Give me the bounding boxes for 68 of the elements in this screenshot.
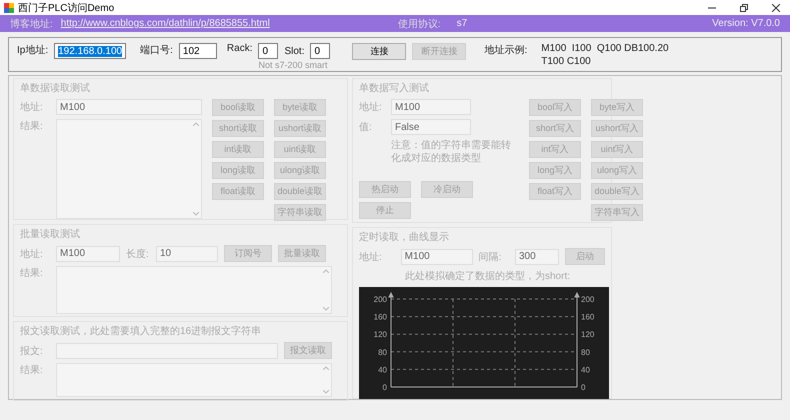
protocol-label: 使用协议: (398, 18, 441, 30)
group-title: 单数据写入测试 (359, 82, 430, 95)
axis-tick-label: 160 (581, 312, 594, 322)
field-label: 间隔: (478, 250, 502, 264)
field-label: 地址: (20, 248, 44, 260)
axis-tick-label: 40 (378, 365, 387, 374)
input-field[interactable]: 300 (515, 248, 559, 264)
field-label: 地址: (20, 100, 44, 114)
ip-field[interactable]: 192.168.0.100 (54, 43, 126, 59)
address-example: T100 C100 (541, 56, 592, 67)
scroll-up-icon[interactable] (323, 366, 329, 370)
field-label: 地址示例: (484, 44, 528, 57)
scroll-down-icon[interactable] (193, 212, 199, 216)
hint-text: Not s7-200 smart (258, 60, 328, 70)
result-area[interactable] (56, 119, 202, 219)
axis-tick-label: 200 (374, 295, 387, 304)
port-field[interactable]: 102 (178, 43, 217, 59)
note-text: 注意：值的字符串需要能转化成对应的数据类型 (391, 139, 511, 165)
scroll-up-icon[interactable] (193, 122, 199, 126)
input-field[interactable]: M100 (56, 99, 202, 115)
rack-field[interactable]: 0 (258, 43, 278, 59)
input-field[interactable]: M100 (56, 246, 120, 262)
field-label: 值: (359, 121, 373, 134)
scroll-down-icon[interactable] (323, 390, 329, 394)
field-label: 端口号: (140, 44, 173, 57)
axis-tick-label: 160 (374, 312, 387, 322)
axis-tick-label: 80 (581, 348, 590, 357)
scroll-down-icon[interactable] (323, 307, 329, 311)
window-title: 西门子PLC访问Demo (18, 2, 116, 14)
close-icon[interactable] (772, 4, 780, 12)
protocol-value: s7 (456, 18, 468, 29)
axis-tick-label: 0 (581, 383, 586, 392)
field-label: 长度: (126, 248, 150, 260)
group-title: 报文读取测试，此处需要填入完整的16进制报文字符串 (20, 324, 262, 338)
restore-icon[interactable] (740, 4, 748, 12)
version-text: Version: V7.0.0 (712, 18, 780, 29)
address-example: M100 I100 Q100 DB100.20 (541, 43, 669, 54)
field-label: 报文: (20, 344, 44, 358)
axis-tick-label: 120 (581, 330, 594, 340)
input-field[interactable]: 10 (156, 246, 218, 262)
field-label: Slot: (284, 46, 304, 56)
field-label: Rack: (226, 43, 252, 54)
axis-tick-label: 40 (581, 365, 590, 374)
field-label: 结果: (20, 266, 44, 280)
axis-tick-label: 200 (581, 295, 594, 304)
blog-label: 博客地址: (10, 18, 53, 30)
field-label: 地址: (359, 100, 383, 114)
slot-field[interactable]: 0 (310, 43, 330, 59)
note-text: 此处模拟确定了数据的类型，为short: (405, 270, 570, 283)
input-field[interactable]: False (391, 119, 471, 135)
action-button[interactable]: 连接 (352, 43, 406, 60)
input-field[interactable]: M100 (391, 99, 471, 115)
group-title: 定时读取，曲线显示 (359, 230, 450, 244)
axis-tick-label: 120 (374, 330, 387, 340)
result-area[interactable] (56, 266, 332, 314)
app-icon (4, 2, 14, 12)
group-title: 批量读取测试 (20, 228, 81, 241)
axis-tick-label: 80 (378, 348, 387, 357)
field-label: 结果: (20, 120, 44, 133)
result-area[interactable] (56, 363, 332, 397)
field-label: 地址: (359, 250, 383, 264)
input-field[interactable]: M100 (400, 248, 473, 264)
scroll-up-icon[interactable] (323, 269, 329, 273)
group-title: 单数据读取测试 (20, 82, 91, 95)
blog-link[interactable]: http://www.cnblogs.com/dathlin/p/8685855.html (60, 18, 270, 29)
axis-tick-label: 0 (382, 383, 387, 392)
field-label: Ip地址: (17, 44, 48, 57)
field-label: 结果: (20, 364, 44, 377)
